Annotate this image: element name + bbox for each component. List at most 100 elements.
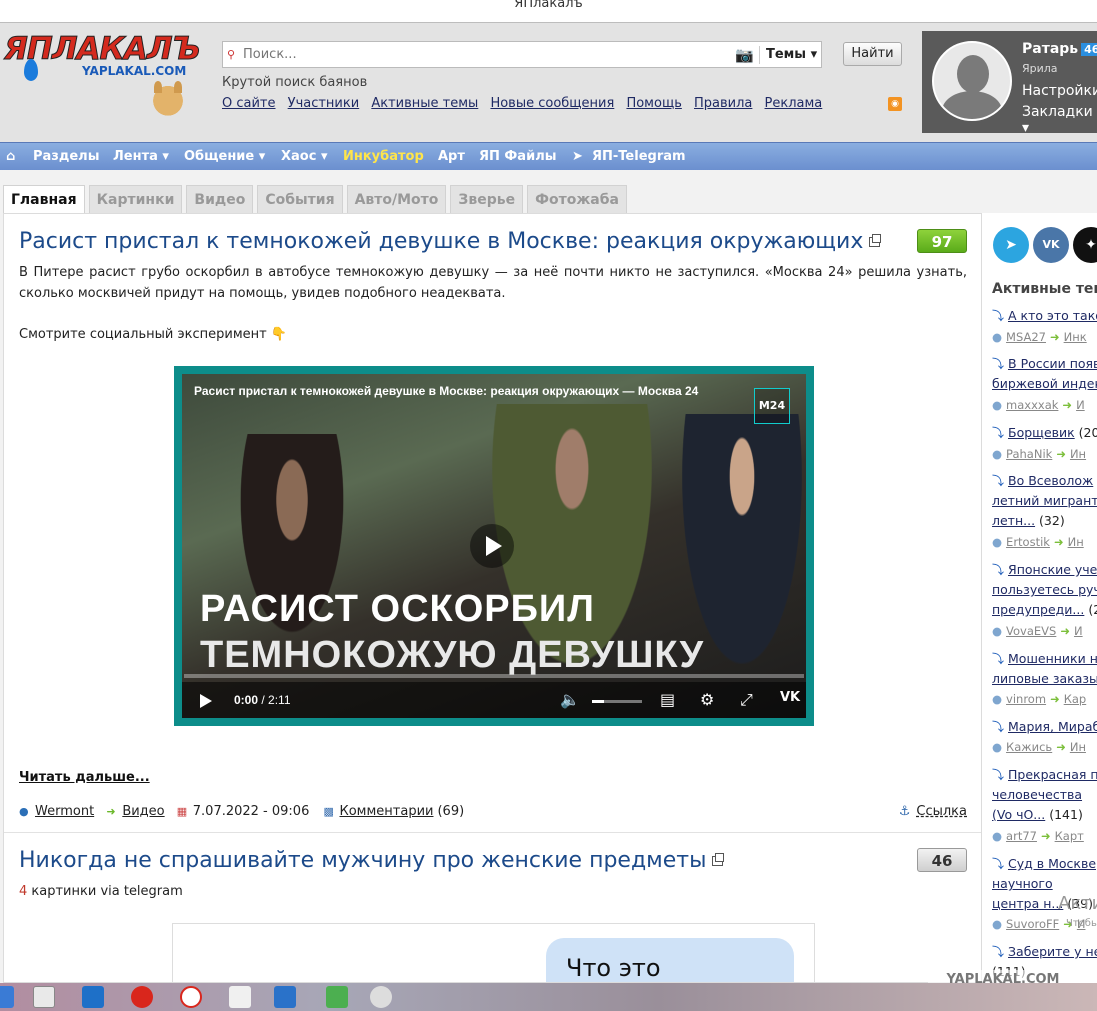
volume-slider[interactable]: [592, 700, 642, 703]
play-button[interactable]: [470, 524, 514, 568]
mainnav-files[interactable]: ЯП Файлы: [479, 149, 556, 164]
tab-photoshop[interactable]: Фотожаба: [527, 185, 627, 213]
telegram-icon[interactable]: ➤: [993, 227, 1029, 263]
tab-video[interactable]: Видео: [186, 185, 254, 213]
subtitles-icon[interactable]: ▤: [660, 690, 675, 709]
camera-icon[interactable]: 📷: [735, 46, 754, 64]
photos-icon[interactable]: [274, 986, 296, 1008]
anchor-icon: ⚓: [898, 804, 911, 819]
yandex-browser-icon[interactable]: [180, 986, 202, 1008]
topic-meta: ● Ertostik ➜ Ин: [992, 535, 1084, 549]
rss-icon[interactable]: ◉: [888, 97, 902, 111]
volume-icon[interactable]: 🔈: [560, 690, 580, 709]
video-caption: ТЕМНОКОЖУЮ ДЕВУШКУ: [200, 634, 705, 676]
post-meta: ● Wermont ➜ Видео ▦ 7.07.2022 - 09:06 ▩ Комм…: [19, 804, 464, 819]
figure-app-icon[interactable]: [229, 986, 251, 1008]
arrow-down-icon: ⤵: [992, 720, 1005, 734]
mainnav-chaos[interactable]: Хаос ▾: [281, 149, 327, 164]
post-title[interactable]: Расист пристал к темнокожей девушке в Мо…: [19, 229, 882, 254]
arrow-right-icon: ➜: [1049, 330, 1060, 344]
comments-link[interactable]: Комментарии: [340, 804, 434, 819]
tab-pictures[interactable]: Картинки: [88, 185, 183, 213]
tab-events[interactable]: События: [257, 185, 343, 213]
user-icon: ●: [992, 692, 1003, 706]
mainnav-talk[interactable]: Общение ▾: [184, 149, 265, 164]
play-icon[interactable]: [200, 694, 212, 708]
active-topic[interactable]: ⤵ Японские уче пользуетесь руч предупреди…: [992, 560, 1097, 620]
gear-icon[interactable]: ⚙: [700, 690, 714, 709]
window-title: ЯПлакалъ: [0, 0, 1097, 22]
search-hint: Крутой поиск баянов: [222, 75, 368, 90]
vk-icon[interactable]: VK: [1033, 227, 1069, 263]
video-progress-bar[interactable]: [184, 674, 804, 678]
tab-animals[interactable]: Зверье: [450, 185, 524, 213]
site-logo[interactable]: ЯПЛАКАЛЪ YAPLAKAL.COM: [4, 31, 214, 121]
windows-activation-notice: АктиЧтобы: [1058, 893, 1097, 929]
active-topic[interactable]: ⤵ Борщевик (20: [992, 423, 1097, 443]
tab-auto[interactable]: Авто/Мото: [346, 185, 447, 213]
nav-ads[interactable]: Реклама: [765, 96, 823, 111]
search-submit-button[interactable]: Найти: [843, 42, 902, 66]
mainnav-telegram[interactable]: ЯП-Telegram: [592, 149, 686, 164]
user-name[interactable]: Ратарь 46: [1022, 41, 1097, 57]
open-new-window-icon[interactable]: [712, 853, 725, 866]
topic-meta: ● MSA27 ➜ Инк: [992, 330, 1087, 344]
home-icon[interactable]: ⌂: [6, 149, 15, 164]
video-player[interactable]: Расист пристал к темнокожей девушке в Мо…: [174, 366, 814, 726]
arrow-down-icon: ⤵: [992, 945, 1005, 959]
nav-rules[interactable]: Правила: [694, 96, 752, 111]
mainnav-incubator[interactable]: Инкубатор: [343, 149, 424, 164]
nav-members[interactable]: Участники: [288, 96, 360, 111]
mainnav-feed[interactable]: Лента ▾: [113, 149, 169, 164]
taskbar-app-icon[interactable]: [0, 986, 14, 1008]
post-text: В Питере расист грубо оскорбил в автобус…: [19, 265, 967, 301]
yandex-icon[interactable]: [131, 986, 153, 1008]
main-nav: ⌂ Разделы Лента ▾ Общение ▾ Хаос ▾ Инкуб…: [0, 142, 1097, 170]
active-topic[interactable]: ⤵ А кто это тако: [992, 306, 1097, 326]
permalink[interactable]: ⚓ Ссылка: [899, 804, 967, 819]
open-new-window-icon[interactable]: [869, 234, 882, 247]
arrow-right-icon: ➜: [1050, 692, 1060, 706]
app-green-icon[interactable]: [326, 986, 348, 1008]
author-link[interactable]: Wermont: [35, 804, 94, 819]
top-nav: О сайте Участники Активные темы Новые со…: [222, 96, 830, 111]
dzen-icon[interactable]: ✦: [1073, 227, 1097, 263]
tab-main[interactable]: Главная: [3, 185, 85, 213]
mainnav-sections[interactable]: Разделы: [33, 149, 99, 164]
arrow-right-icon: ➜: [1056, 740, 1066, 754]
taskbar: [0, 983, 1097, 1011]
settings-link[interactable]: Настройки: [1022, 83, 1097, 99]
active-topic[interactable]: ⤵ Мошенники н липовые заказы: [992, 649, 1097, 689]
post-rating[interactable]: 97: [917, 229, 967, 253]
store-icon[interactable]: [33, 986, 55, 1008]
nav-active-topics[interactable]: Активные темы: [371, 96, 478, 111]
user-rank: Ярила: [1022, 62, 1058, 75]
nav-help[interactable]: Помощь: [626, 96, 681, 111]
post-title[interactable]: Никогда не спрашивайте мужчину про женск…: [19, 848, 725, 873]
site-header: ЯПЛАКАЛЪ YAPLAKAL.COM ⚲ 📷 Темы ▾ Найти К…: [0, 22, 1097, 142]
arrow-down-icon: ⤵: [992, 474, 1005, 488]
search-scope-select[interactable]: Темы ▾: [766, 47, 817, 62]
read-more-link[interactable]: Читать дальше...: [19, 770, 150, 785]
mail-icon[interactable]: [82, 986, 104, 1008]
app-gauge-icon[interactable]: [370, 986, 392, 1008]
vk-icon[interactable]: VK: [780, 690, 800, 705]
active-topic[interactable]: ⤵ Мария, Мираб: [992, 717, 1097, 737]
video-title[interactable]: Расист пристал к темнокожей девушке в Мо…: [194, 384, 698, 398]
mainnav-art[interactable]: Арт: [438, 149, 465, 164]
active-topic[interactable]: ⤵ В России появ биржевой индек: [992, 354, 1097, 394]
section-link[interactable]: Видео: [122, 804, 164, 819]
nav-new-messages[interactable]: Новые сообщения: [490, 96, 614, 111]
arrow-right-icon: ➜: [1062, 398, 1073, 412]
fullscreen-icon[interactable]: ⤢: [740, 690, 753, 710]
avatar[interactable]: [932, 41, 1012, 121]
nav-about[interactable]: О сайте: [222, 96, 276, 111]
arrow-down-icon: ⤵: [992, 768, 1005, 782]
post-rating[interactable]: 46: [917, 848, 967, 872]
post-image-preview[interactable]: Что это: [172, 923, 815, 982]
active-topic[interactable]: ⤵ Прекрасная п человечества (Vo чО... (14…: [992, 765, 1097, 825]
bookmarks-menu[interactable]: Закладки ▾: [1022, 104, 1097, 136]
active-topic[interactable]: ⤵ Во Всеволож летний мигрант летн... (32): [992, 471, 1097, 531]
search-icon: ⚲: [227, 48, 236, 61]
search-input[interactable]: [243, 44, 743, 65]
